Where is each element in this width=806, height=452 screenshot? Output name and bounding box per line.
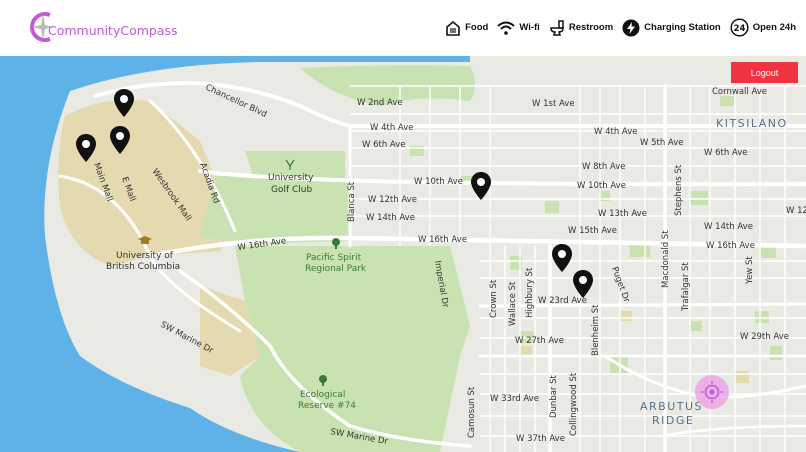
location-pin[interactable] (470, 172, 492, 200)
street-label: Stephens St (674, 164, 684, 216)
street-label: W 1st Ave (532, 99, 575, 109)
street-label: W 5th Ave (640, 138, 684, 148)
map-view[interactable]: Chancellor Blvd W 2nd Ave W 1st Ave Corn… (0, 56, 806, 452)
street-label: W 2nd Ave (357, 98, 403, 108)
street-label: W 29th Ave (740, 332, 789, 342)
location-pin[interactable] (75, 134, 97, 162)
street-label: W 14th Ave (704, 222, 753, 232)
legend-restroom[interactable]: Restroom (549, 19, 614, 36)
legend-restroom-label: Restroom (568, 22, 614, 33)
ecological-reserve-label: Ecological (300, 390, 345, 400)
street-label: W 14th Ave (366, 213, 415, 223)
street-label: W 37th Ave (516, 434, 565, 444)
legend-wifi[interactable]: Wi-fi (497, 21, 540, 35)
location-pin[interactable] (551, 244, 573, 272)
street-label: W 33rd Ave (490, 394, 539, 404)
street-label: W 13th Ave (598, 209, 647, 219)
restroom-icon (550, 19, 564, 36)
legend-wifi-label: Wi-fi (519, 22, 540, 33)
street-label: W 10th Ave (577, 181, 626, 191)
legend-open-24h[interactable]: 24 Open 24h (730, 18, 796, 37)
ubc-label: British Columbia (106, 262, 180, 272)
neighborhood-arbutus: ARBUTUS (640, 400, 703, 413)
neighborhood-ridge: RIDGE (652, 414, 694, 427)
open-24h-badge: 24 (733, 24, 745, 34)
ubc-label: University of (116, 251, 174, 261)
street-label: Trafalgar St (681, 262, 691, 312)
street-label: Collingwood St (569, 372, 579, 436)
street-label: W 12th Ave (368, 195, 417, 205)
location-pin[interactable] (113, 89, 135, 117)
street-label: Highbury St (525, 267, 535, 318)
street-label: W 6th Ave (362, 140, 406, 150)
street-label: W 12 (786, 206, 806, 216)
street-label: W 6th Ave (704, 148, 748, 158)
legend-charging-station[interactable]: Charging Station (622, 19, 721, 37)
location-pin[interactable] (109, 126, 131, 154)
street-label: W 15th Ave (568, 226, 617, 236)
wifi-icon (497, 21, 515, 35)
food-icon (446, 20, 460, 36)
legend-open-24h-label: Open 24h (752, 22, 796, 33)
logout-button[interactable]: Logout (731, 62, 798, 83)
legend-charging-station-label: Charging Station (644, 22, 721, 33)
street-label: W 8th Ave (582, 162, 626, 172)
pacific-spirit-label: Pacific Spirit (306, 253, 362, 263)
street-label: W 16th Ave (418, 235, 467, 245)
street-label: W 4th Ave (594, 127, 638, 137)
legend-food-label: Food (465, 22, 489, 33)
street-label: W 10th Ave (414, 177, 463, 187)
street-label: Macdonald St (661, 230, 671, 288)
street-label: Blenheim St (591, 304, 601, 356)
street-label: W 27th Ave (515, 336, 564, 346)
open-24h-icon: 24 (730, 18, 749, 37)
street-label: W 4th Ave (370, 123, 414, 133)
golf-club-label: Golf Club (271, 185, 312, 195)
street-label: Camosun St (467, 386, 477, 438)
location-pin[interactable] (572, 270, 594, 298)
street-label: W 16th Ave (706, 241, 755, 251)
street-label: Crown St (489, 279, 499, 318)
app-name: CommunityCompass (48, 23, 178, 38)
charging-station-icon (622, 19, 640, 36)
pacific-spirit-label: Regional Park (305, 264, 367, 274)
current-location-dot (709, 389, 715, 395)
neighborhood-kitsilano: KITSILANO (716, 117, 788, 130)
app-header: CommunityCompass Food Wi-fi Restroom Cha… (0, 0, 806, 56)
ecological-reserve-label: Reserve #74 (298, 401, 356, 411)
street-label: Cornwall Ave (712, 87, 767, 97)
golf-club-label: University (268, 173, 314, 183)
amenity-legend: Food Wi-fi Restroom Charging Station 24 … (445, 18, 796, 37)
legend-food[interactable]: Food (445, 20, 488, 36)
street-label: Blanca St (347, 181, 357, 222)
street-label: Wallace St (508, 281, 518, 326)
street-label: Dunbar St (549, 374, 559, 418)
street-label: Yew St (745, 256, 755, 285)
